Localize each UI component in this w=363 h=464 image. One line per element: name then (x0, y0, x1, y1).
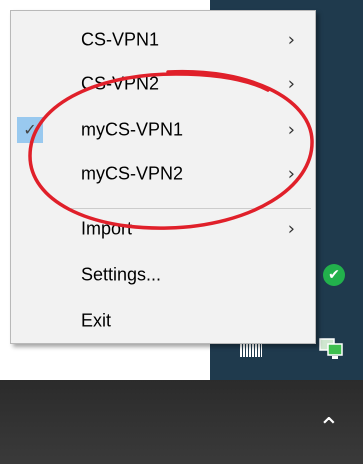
chevron-right-icon: › (287, 29, 295, 51)
menu-item-import[interactable]: Import › (11, 207, 315, 251)
menu-item-label: myCS-VPN2 (81, 163, 184, 184)
context-menu: CS-VPN1 › CS-VPN2 › ✓ myCS-VPN1 › myCS-V… (10, 10, 316, 344)
menu-item-label: Exit (81, 310, 112, 331)
menu-item-exit[interactable]: Exit (11, 299, 315, 343)
menu-item-cs-vpn2[interactable]: CS-VPN2 › (11, 62, 315, 106)
menu-item-label: Settings... (81, 264, 162, 285)
chevron-right-icon: › (287, 119, 295, 141)
chevron-up-icon[interactable]: ⌃ (318, 415, 340, 441)
menu-item-settings[interactable]: Settings... (11, 253, 315, 297)
menu-item-mycs-vpn2[interactable]: myCS-VPN2 › (11, 152, 315, 196)
taskbar (0, 380, 363, 464)
checkmark-icon: ✓ (17, 117, 43, 143)
menu-item-label: CS-VPN1 (81, 29, 160, 50)
battery-icon[interactable] (240, 343, 262, 357)
chevron-right-icon: › (287, 73, 295, 95)
menu-item-label: Import (81, 218, 133, 239)
menu-item-label: myCS-VPN1 (81, 119, 184, 140)
menu-item-cs-vpn1[interactable]: CS-VPN1 › (11, 18, 315, 62)
menu-item-label: CS-VPN2 (81, 73, 160, 94)
menu-item-mycs-vpn1[interactable]: ✓ myCS-VPN1 › (11, 108, 315, 152)
computer-network-icon[interactable] (318, 338, 344, 360)
chevron-right-icon: › (287, 218, 295, 240)
green-check-icon[interactable]: ✔ (323, 264, 345, 286)
chevron-right-icon: › (287, 163, 295, 185)
